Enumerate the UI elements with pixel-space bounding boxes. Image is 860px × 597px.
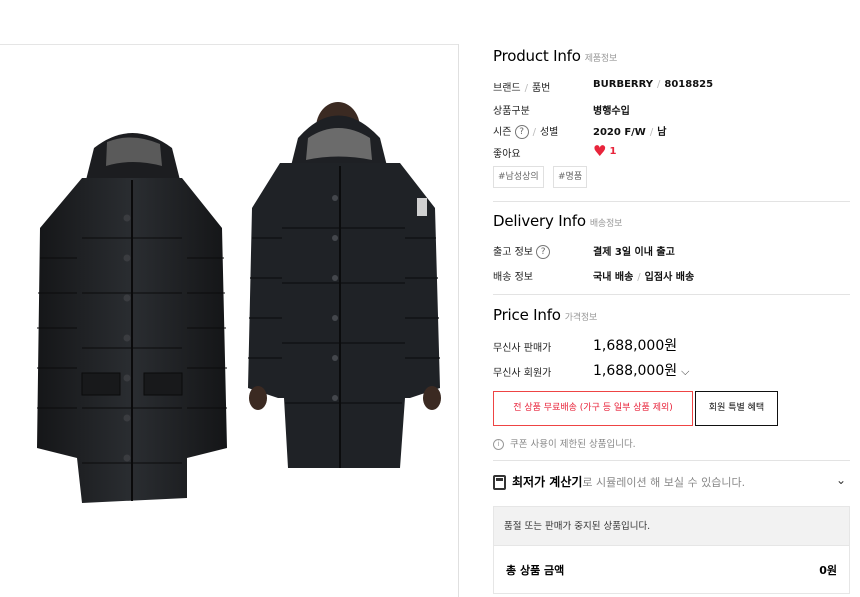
chevron-down-icon: ⌵: [681, 365, 690, 378]
member-benefit-button[interactable]: 회원 특별 혜택: [695, 391, 778, 426]
delivery-info-subtitle: 배송정보: [589, 219, 623, 229]
member-price-value: 1,688,000원: [593, 363, 678, 379]
delivery-info-heading: Delivery Info: [493, 212, 586, 230]
season-label: 시즌: [493, 127, 512, 138]
delivery-label: 배송 정보: [493, 272, 533, 283]
product-image-front[interactable]: [22, 118, 242, 518]
lowest-price-calculator[interactable]: 최저가 계산기로 시뮬레이션 해 보실 수 있습니다. ⌄: [493, 473, 850, 490]
category-label: 상품구분: [493, 106, 530, 117]
product-info-heading: Product Info: [493, 47, 581, 65]
season-value: 2020 F/W: [593, 127, 646, 138]
product-info-title: Product Info 제품정보: [493, 47, 617, 65]
info-icon: i: [493, 439, 504, 450]
delivery-domestic: 국내 배송: [593, 272, 634, 283]
question-icon[interactable]: ?: [536, 245, 551, 259]
total-amount-box: 총 상품 금액 0원: [493, 546, 850, 594]
calculator-desc: 로 시뮬레이션 해 보실 수 있습니다.: [582, 476, 746, 489]
section-divider: [493, 201, 850, 202]
brand-link[interactable]: BURBERRY: [593, 79, 653, 90]
delivery-partner: 입점사 배송: [644, 272, 695, 283]
gender-label: 성별: [539, 127, 559, 138]
member-price-dropdown[interactable]: 1,688,000원 ⌵: [593, 360, 689, 380]
tag-luxury[interactable]: #명품: [553, 166, 588, 188]
coupon-notice-text: 쿠폰 사용이 제한된 상품입니다.: [510, 439, 636, 450]
product-image-model[interactable]: [240, 98, 450, 470]
brand-label: 브랜드: [493, 83, 521, 94]
column-divider: [458, 44, 459, 597]
total-label: 총 상품 금액: [506, 564, 565, 577]
gender-value: 남: [657, 127, 667, 138]
sold-out-notice: 품절 또는 판매가 중지된 상품입니다.: [493, 506, 850, 546]
sale-price-value: 1,688,000원: [593, 338, 678, 354]
price-info-title: Price Info 가격정보: [493, 306, 597, 324]
likes-count: 1: [609, 146, 617, 157]
top-border: [0, 44, 458, 45]
price-info-subtitle: 가격정보: [564, 313, 598, 323]
price-info-heading: Price Info: [493, 306, 561, 324]
total-value: 0원: [819, 564, 837, 577]
item-no-label: 품번: [531, 83, 551, 94]
heart-icon[interactable]: ♥: [593, 142, 606, 160]
delivery-info-title: Delivery Info 배송정보: [493, 212, 622, 230]
sale-price-label: 무신사 판매가: [493, 343, 552, 354]
product-info-subtitle: 제품정보: [584, 54, 618, 64]
shipping-label: 출고 정보: [493, 247, 533, 258]
section-divider: [493, 294, 850, 295]
category-value: 병행수입: [593, 106, 630, 117]
member-price-label: 무신사 회원가: [493, 368, 552, 379]
chevron-down-icon[interactable]: ⌄: [836, 473, 846, 487]
shipping-value: 결제 3일 이내 출고: [593, 247, 675, 258]
tag-men-top[interactable]: #남성상의: [493, 166, 544, 188]
item-no-value: 8018825: [664, 79, 714, 90]
free-shipping-button[interactable]: 전 상품 무료배송 (가구 등 일부 상품 제외): [493, 391, 693, 426]
coupon-notice: i 쿠폰 사용이 제한된 상품입니다.: [493, 436, 636, 450]
likes-label: 좋아요: [493, 149, 521, 160]
question-icon[interactable]: ?: [514, 125, 529, 139]
calculator-title: 최저가 계산기: [512, 475, 583, 489]
calculator-icon: [493, 475, 506, 490]
section-divider: [493, 460, 850, 461]
